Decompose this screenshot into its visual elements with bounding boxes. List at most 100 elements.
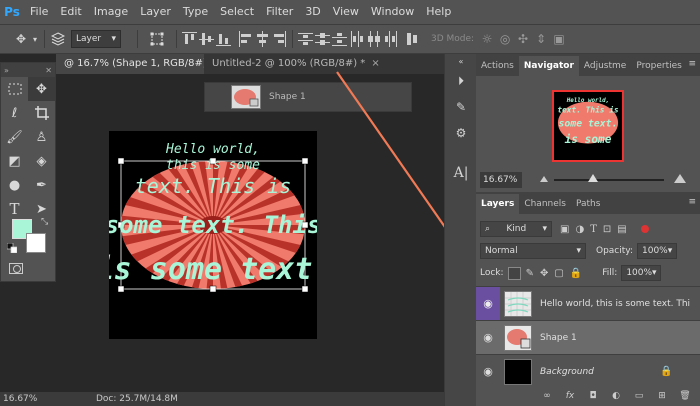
menu-window[interactable]: Window [365, 0, 420, 24]
tab-channels[interactable]: Channels [519, 194, 571, 214]
navigator-zoom-slider[interactable] [554, 179, 664, 181]
default-colors-icon[interactable] [7, 243, 17, 253]
marquee-tool-icon[interactable] [1, 77, 28, 101]
collapse-icon[interactable]: « [445, 54, 477, 68]
canvas-area[interactable]: Hello world, this is some text. This is … [56, 71, 519, 390]
navigator-thumbnail[interactable]: Hello world, text. This is some text. is… [552, 90, 624, 162]
menu-edit[interactable]: Edit [54, 0, 87, 24]
zoom-out-icon[interactable] [540, 176, 548, 182]
filter-kind-dropdown[interactable]: ⌕ Kind ▾ [480, 221, 552, 237]
lock-transparent-icon[interactable] [507, 266, 521, 280]
delete-layer-icon[interactable]: 🗑 [677, 389, 693, 403]
close-icon[interactable]: × [371, 58, 379, 69]
auto-select-icon[interactable] [49, 30, 67, 48]
character-panel-icon[interactable]: A| [445, 160, 477, 186]
distribute-top-icon[interactable] [298, 31, 313, 47]
menu-help[interactable]: Help [420, 0, 457, 24]
filter-shape-icon[interactable]: ⊡ [603, 224, 611, 235]
pen-tool-icon[interactable]: ✒ [28, 173, 55, 197]
lock-artboard-icon[interactable]: ▢ [554, 268, 563, 279]
tab-properties[interactable]: Properties [631, 56, 686, 76]
menu-view[interactable]: View [327, 0, 365, 24]
layer-row-text[interactable]: ◉ Hello world, this is some text. This i… [476, 286, 700, 321]
menu-select[interactable]: Select [214, 0, 260, 24]
layer-style-icon[interactable]: fx [562, 389, 578, 403]
panel-menu-icon[interactable]: ≡ [688, 59, 696, 69]
distribute-hcenter-icon[interactable] [366, 31, 381, 47]
3d-slide-icon[interactable]: ⇕ [532, 30, 550, 48]
document-canvas[interactable]: Hello world, this is some text. This is … [96, 131, 330, 339]
visibility-eye-icon[interactable]: ◉ [476, 286, 500, 321]
align-left-icon[interactable] [238, 31, 253, 47]
lock-position-icon[interactable]: ✥ [540, 268, 548, 279]
add-mask-icon[interactable]: ◘ [585, 389, 601, 403]
zoom-slider-handle[interactable] [588, 174, 598, 182]
auto-select-dropdown[interactable]: Layer ▾ [71, 30, 121, 48]
move-tool-icon[interactable]: ✥ [28, 77, 55, 101]
chevron-down-icon[interactable]: ▾ [30, 30, 40, 48]
clone-stamp-tool-icon[interactable]: ♙ [28, 125, 55, 149]
distribute-left-icon[interactable] [349, 31, 364, 47]
opacity-input[interactable]: 100% ▾ [637, 243, 677, 259]
menu-type[interactable]: Type [177, 0, 214, 24]
brush-tool-icon[interactable]: 🖌 [1, 125, 28, 149]
layer-row-shape-1[interactable]: ◉ Shape 1 [476, 320, 700, 354]
filter-toggle-icon[interactable] [640, 225, 649, 233]
3d-scale-icon[interactable]: ▣ [550, 30, 568, 48]
lock-all-icon[interactable]: 🔒 [570, 268, 582, 279]
auto-align-icon[interactable] [405, 31, 420, 47]
layer-row-background[interactable]: ◉ Background 🔒 [476, 354, 700, 388]
align-bottom-icon[interactable] [216, 31, 231, 47]
move-tool-icon[interactable]: ✥ [12, 30, 30, 48]
new-group-icon[interactable]: ▭ [631, 389, 647, 403]
transform-controls-icon[interactable] [148, 30, 166, 48]
align-vcenter-icon[interactable] [199, 31, 214, 47]
panel-menu-icon[interactable]: ≡ [688, 197, 696, 207]
zoom-in-icon[interactable] [674, 174, 686, 183]
tab-paths[interactable]: Paths [571, 194, 605, 214]
distribute-right-icon[interactable] [383, 31, 398, 47]
collapse-icon[interactable]: » [4, 66, 9, 75]
filter-smart-object-icon[interactable]: ▤ [617, 224, 626, 235]
visibility-eye-icon[interactable]: ◉ [476, 331, 500, 344]
lasso-tool-icon[interactable]: ℓ [1, 101, 28, 125]
visibility-eye-icon[interactable]: ◉ [476, 365, 500, 378]
fill-input[interactable]: 100% ▾ [621, 265, 662, 281]
status-zoom[interactable]: 16.67% [0, 394, 56, 404]
quick-mask-icon[interactable] [9, 263, 23, 274]
background-color-swatch[interactable] [26, 233, 46, 253]
adjustments-panel-icon[interactable]: ⚙ [445, 120, 477, 146]
link-layers-icon[interactable]: ∞ [539, 389, 555, 403]
tab-navigator[interactable]: Navigator [518, 56, 579, 76]
tab-adjustments[interactable]: Adjustme [579, 56, 631, 76]
paint-bucket-tool-icon[interactable]: ◈ [28, 149, 55, 173]
tab-layers[interactable]: Layers [476, 194, 520, 214]
tools-panel-header[interactable]: » ✕ [1, 63, 55, 77]
blend-mode-dropdown[interactable]: Normal ▾ [480, 243, 586, 259]
align-hcenter-icon[interactable] [255, 31, 270, 47]
3d-roll-icon[interactable]: ◎ [496, 30, 514, 48]
menu-layer[interactable]: Layer [134, 0, 177, 24]
menu-image[interactable]: Image [88, 0, 134, 24]
align-top-icon[interactable] [182, 31, 197, 47]
distribute-vcenter-icon[interactable] [315, 31, 330, 47]
eraser-tool-icon[interactable]: ◩ [1, 149, 28, 173]
type-tool-icon[interactable]: T [1, 197, 28, 221]
new-adjustment-layer-icon[interactable]: ◐ [608, 389, 624, 403]
tab-actions[interactable]: Actions [476, 56, 519, 76]
swap-colors-icon[interactable]: ⤡ [41, 217, 48, 227]
filter-pixel-icon[interactable]: ▣ [560, 224, 569, 235]
menu-file[interactable]: File [24, 0, 54, 24]
menu-filter[interactable]: Filter [260, 0, 299, 24]
history-panel-icon[interactable]: ⏵ [445, 68, 477, 94]
distribute-bottom-icon[interactable] [332, 31, 347, 47]
tab-document-1[interactable]: @ 16.7% (Shape 1, RGB/8#) * [56, 54, 204, 74]
lock-pixels-icon[interactable]: ✎ [526, 268, 534, 279]
tab-document-2[interactable]: Untitled-2 @ 100% (RGB/8#) * × [204, 54, 388, 74]
close-icon[interactable]: ✕ [45, 66, 52, 75]
filter-adjustment-icon[interactable]: ◑ [575, 224, 584, 235]
crop-tool-icon[interactable] [28, 101, 55, 125]
3d-orbit-icon[interactable]: ☼ [478, 30, 496, 48]
filter-type-icon[interactable]: T [590, 224, 597, 235]
3d-pan-icon[interactable]: ✣ [514, 30, 532, 48]
